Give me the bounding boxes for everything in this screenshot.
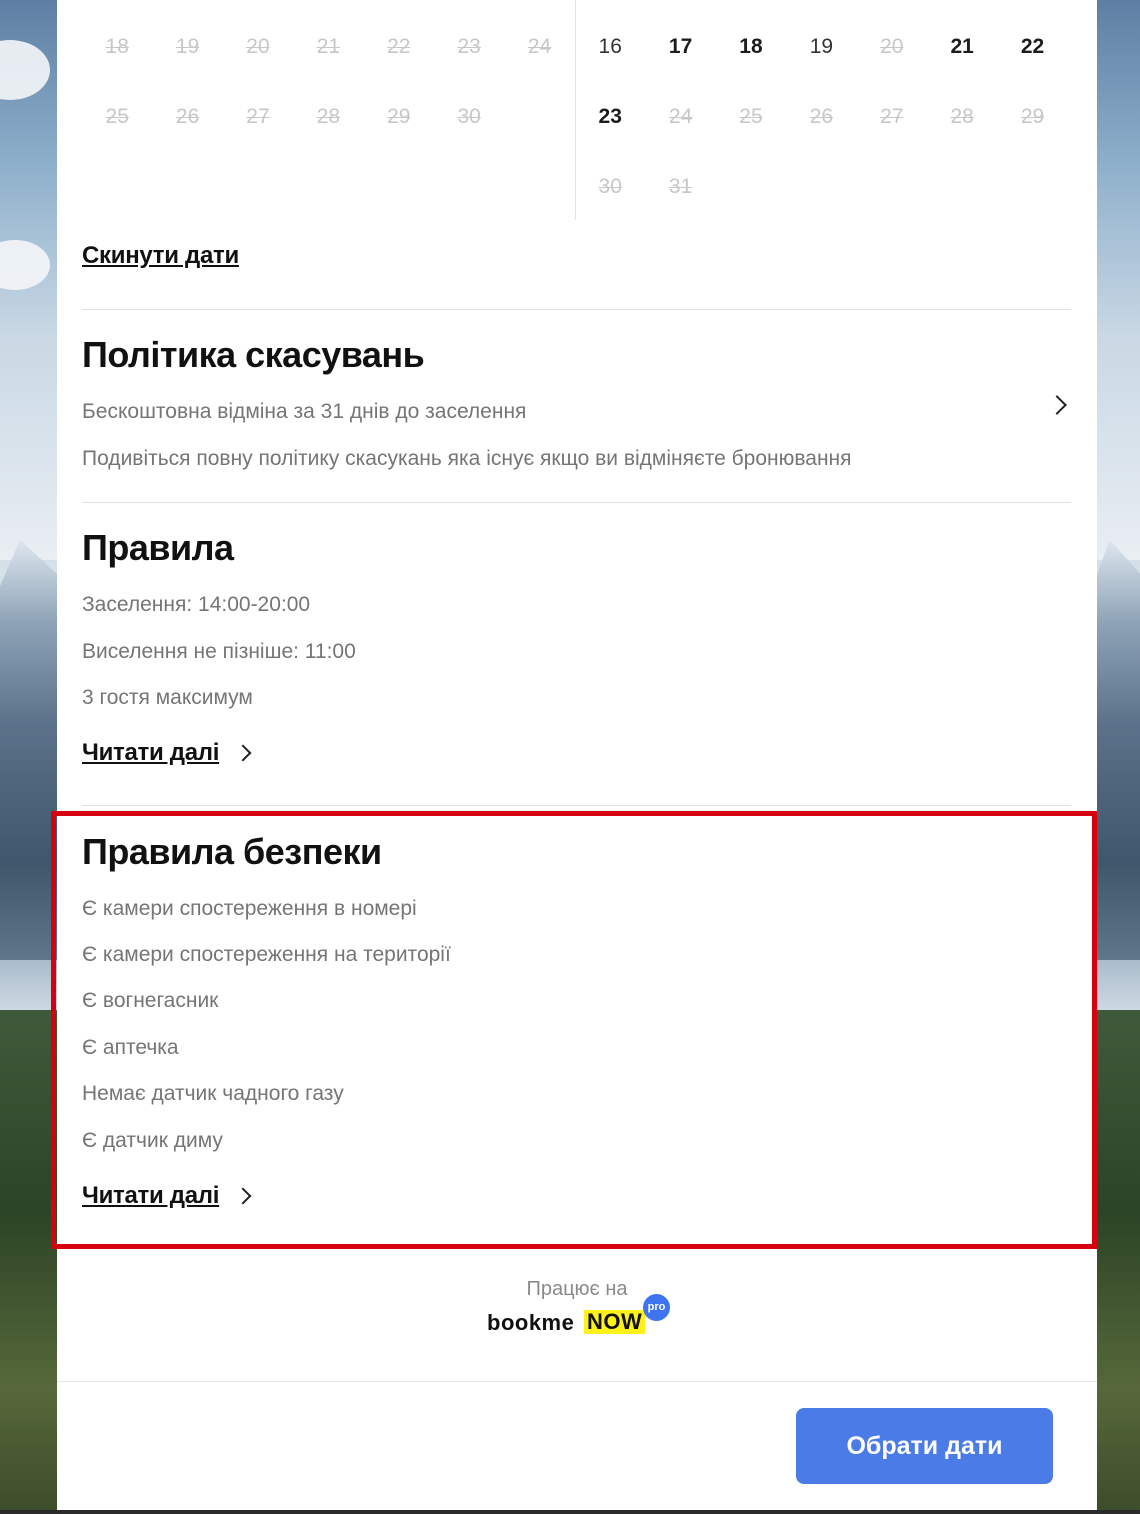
rules-title: Правила bbox=[82, 527, 234, 568]
calendar-day[interactable]: 19 bbox=[786, 12, 856, 82]
logo-pro-badge: pro bbox=[643, 1294, 670, 1321]
safety-rules-item: Є камери спостереження на території bbox=[82, 943, 451, 966]
calendar-day: 26 bbox=[175, 105, 200, 128]
booking-details-panel: 18 19 20 21 22 23 24 25 26 27 28 29 30 16 17 18 19 20 21 2… bbox=[51, 0, 1097, 1514]
bookmenow-logo[interactable]: bookme NOW pro bbox=[487, 1294, 687, 1340]
bottom-strip bbox=[0, 1510, 1140, 1514]
powered-by-label: Працює на bbox=[526, 1278, 628, 1300]
reset-dates-link[interactable]: Скинути дати bbox=[82, 242, 239, 270]
divider bbox=[82, 309, 1071, 310]
rules-item: Виселення не пізніше: 11:00 bbox=[82, 640, 356, 663]
calendar-day: 22 bbox=[387, 35, 411, 58]
calendar-month-right: 16 17 18 19 20 21 22 23 24 25 26 27 28 29 30 31 bbox=[575, 12, 1068, 222]
calendar-day: 30 bbox=[598, 175, 622, 198]
calendar-day[interactable]: 23 bbox=[575, 82, 645, 152]
safety-rules-item: Є камери спостереження в номері bbox=[82, 897, 417, 920]
logo-now-mark: NOW bbox=[584, 1310, 646, 1334]
background-scenery-right bbox=[1096, 0, 1140, 1514]
calendar-day: 25 bbox=[105, 105, 129, 128]
safety-rules-item: Є аптечка bbox=[82, 1036, 179, 1059]
calendar-day: 28 bbox=[316, 105, 341, 128]
background-scenery-left bbox=[0, 0, 60, 1514]
calendar-day: 23 bbox=[457, 35, 481, 58]
chevron-right-icon[interactable] bbox=[234, 1187, 252, 1205]
calendar-day: 21 bbox=[316, 35, 341, 58]
calendar-day: 27 bbox=[246, 105, 270, 128]
cancellation-policy-line: Подивіться повну політику скасукань яка … bbox=[82, 447, 852, 470]
calendar-day[interactable]: 21 bbox=[927, 12, 997, 82]
calendar-day: 24 bbox=[527, 35, 552, 58]
calendar-day: 20 bbox=[246, 35, 270, 58]
calendar-day: 26 bbox=[809, 105, 834, 128]
calendar-day: 30 bbox=[457, 105, 481, 128]
divider bbox=[82, 502, 1071, 503]
calendar-day[interactable]: 17 bbox=[645, 12, 715, 82]
calendar-day: 31 bbox=[668, 175, 693, 198]
rules-item: 3 гостя максимум bbox=[82, 686, 253, 709]
safety-rules-title: Правила безпеки bbox=[82, 831, 382, 872]
calendar-day[interactable]: 16 bbox=[575, 12, 645, 82]
calendar-month-left: 18 19 20 21 22 23 24 25 26 27 28 29 30 bbox=[82, 12, 575, 152]
safety-read-more-link[interactable]: Читати далі bbox=[82, 1182, 219, 1210]
calendar-day[interactable]: 18 bbox=[716, 12, 786, 82]
calendar-day: 29 bbox=[387, 105, 411, 128]
calendar-day: 29 bbox=[1020, 105, 1045, 128]
chevron-right-icon[interactable] bbox=[234, 744, 252, 762]
chevron-right-icon[interactable] bbox=[1047, 395, 1067, 415]
calendar-day: 27 bbox=[880, 105, 904, 128]
divider bbox=[82, 805, 1071, 806]
logo-wordmark: bookme bbox=[487, 1310, 575, 1335]
calendar-day: 20 bbox=[880, 35, 904, 58]
calendar-day: 18 bbox=[105, 35, 129, 58]
safety-rules-item: Є датчик диму bbox=[82, 1129, 223, 1152]
safety-rules-item: Є вогнегасник bbox=[82, 989, 219, 1012]
footer-divider bbox=[57, 1381, 1097, 1382]
safety-rules-item: Немає датчик чадного газу bbox=[82, 1082, 344, 1105]
calendar-day: 28 bbox=[950, 105, 974, 128]
select-dates-button[interactable]: Обрати дати bbox=[796, 1408, 1053, 1484]
calendar-day: 24 bbox=[668, 105, 693, 128]
cancellation-policy-line: Бескоштовна відміна за 31 днів до заселе… bbox=[82, 400, 527, 423]
calendar-day: 25 bbox=[739, 105, 763, 128]
rules-read-more-link[interactable]: Читати далі bbox=[82, 739, 219, 767]
rules-item: Заселення: 14:00-20:00 bbox=[82, 593, 311, 616]
calendar-day[interactable]: 22 bbox=[997, 12, 1067, 82]
cancellation-policy-title: Політика скасувань bbox=[82, 334, 425, 375]
calendar-day: 19 bbox=[175, 35, 200, 58]
